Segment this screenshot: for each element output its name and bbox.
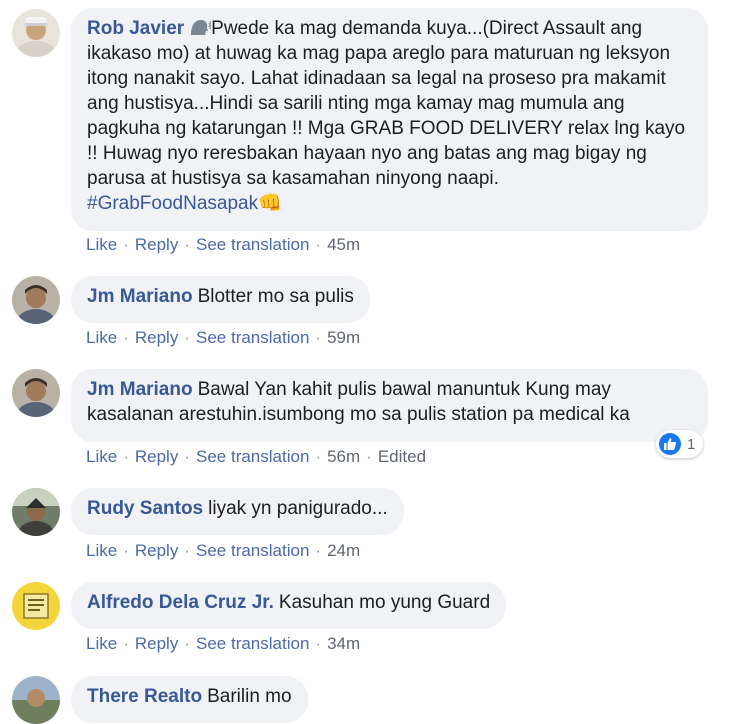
- separator: ·: [123, 541, 129, 560]
- separator: ·: [184, 447, 190, 466]
- reply-link[interactable]: Reply: [135, 447, 178, 466]
- see-translation-link[interactable]: See translation: [196, 634, 309, 653]
- reaction-summary[interactable]: 1: [656, 430, 704, 458]
- comment-actions: Like · Reply · See translation · 24m: [86, 541, 360, 561]
- edited-label[interactable]: Edited: [378, 447, 426, 466]
- comment-text: Pwede ka mag demanda kuya...(Direct Assa…: [87, 18, 686, 189]
- like-link[interactable]: Like: [86, 235, 117, 254]
- avatar[interactable]: [12, 582, 60, 630]
- comment-text: Blotter mo sa pulis: [197, 286, 354, 307]
- comment-author[interactable]: Alfredo Dela Cruz Jr.: [87, 592, 274, 613]
- see-translation-link[interactable]: See translation: [196, 328, 309, 347]
- comment-bubble: Rob Javier Pwede ka mag demanda kuya...(D…: [71, 8, 708, 231]
- comment-bubble: Jm Mariano Blotter mo sa pulis: [71, 276, 370, 323]
- separator: ·: [123, 447, 129, 466]
- comment-author[interactable]: There Realto: [87, 686, 202, 707]
- comment-bubble: There Realto Barilin mo: [71, 676, 308, 723]
- separator: ·: [184, 328, 190, 347]
- fist-emoji-icon: 👊: [258, 193, 282, 214]
- reply-link[interactable]: Reply: [135, 235, 178, 254]
- reaction-count: 1: [687, 435, 696, 453]
- comment-actions: Like · Reply · See translation · 59m: [86, 328, 360, 348]
- separator: ·: [366, 447, 372, 466]
- comment-actions: Like · Reply · See translation · 56m · Edited: [86, 447, 426, 467]
- separator: ·: [123, 634, 129, 653]
- avatar[interactable]: [12, 488, 60, 536]
- reply-link[interactable]: Reply: [135, 634, 178, 653]
- comment-text: liyak yn panigurado...: [208, 498, 388, 519]
- separator: ·: [315, 235, 322, 254]
- like-reaction-icon: [659, 433, 681, 455]
- like-link[interactable]: Like: [86, 634, 117, 653]
- comment-author[interactable]: Rudy Santos: [87, 498, 203, 519]
- comment-actions: Like · Reply · See translation · 45m: [86, 235, 360, 255]
- separator: ·: [184, 235, 190, 254]
- comment-author[interactable]: Jm Mariano: [87, 379, 193, 400]
- see-translation-link[interactable]: See translation: [196, 541, 309, 560]
- like-link[interactable]: Like: [86, 541, 117, 560]
- separator: ·: [315, 541, 322, 560]
- comment-timestamp[interactable]: 34m: [327, 634, 360, 653]
- comment-text: Barilin mo: [207, 686, 292, 707]
- avatar[interactable]: [12, 676, 60, 724]
- avatar[interactable]: [12, 276, 60, 324]
- comment-bubble: Rudy Santos liyak yn panigurado...: [71, 488, 404, 535]
- comment-timestamp[interactable]: 59m: [327, 328, 360, 347]
- reply-link[interactable]: Reply: [135, 328, 178, 347]
- hashtag-link[interactable]: #GrabFoodNasapak: [87, 193, 258, 214]
- separator: ·: [123, 235, 129, 254]
- see-translation-link[interactable]: See translation: [196, 235, 309, 254]
- like-link[interactable]: Like: [86, 328, 117, 347]
- separator: ·: [123, 328, 129, 347]
- avatar[interactable]: [12, 9, 60, 57]
- comment-bubble: Alfredo Dela Cruz Jr. Kasuhan mo yung Gua…: [71, 582, 507, 629]
- separator: ·: [184, 634, 190, 653]
- comment-timestamp[interactable]: 45m: [327, 235, 360, 254]
- separator: ·: [315, 328, 322, 347]
- separator: ·: [315, 634, 322, 653]
- reply-link[interactable]: Reply: [135, 541, 178, 560]
- speaking-head-emoji-icon: [189, 18, 213, 39]
- separator: ·: [184, 541, 190, 560]
- comment-author[interactable]: Jm Mariano: [87, 286, 193, 307]
- see-translation-link[interactable]: See translation: [196, 447, 309, 466]
- comment-author[interactable]: Rob Javier: [87, 18, 184, 39]
- comment-timestamp[interactable]: 56m: [327, 447, 360, 466]
- comment-bubble: Jm Mariano Bawal Yan kahit pulis bawal ma…: [71, 369, 708, 442]
- comment-text: Kasuhan mo yung Guard: [278, 592, 491, 613]
- separator: ·: [315, 447, 322, 466]
- comment-timestamp[interactable]: 24m: [327, 541, 360, 560]
- like-link[interactable]: Like: [86, 447, 117, 466]
- comment-actions: Like · Reply · See translation · 34m: [86, 634, 360, 654]
- avatar[interactable]: [12, 369, 60, 417]
